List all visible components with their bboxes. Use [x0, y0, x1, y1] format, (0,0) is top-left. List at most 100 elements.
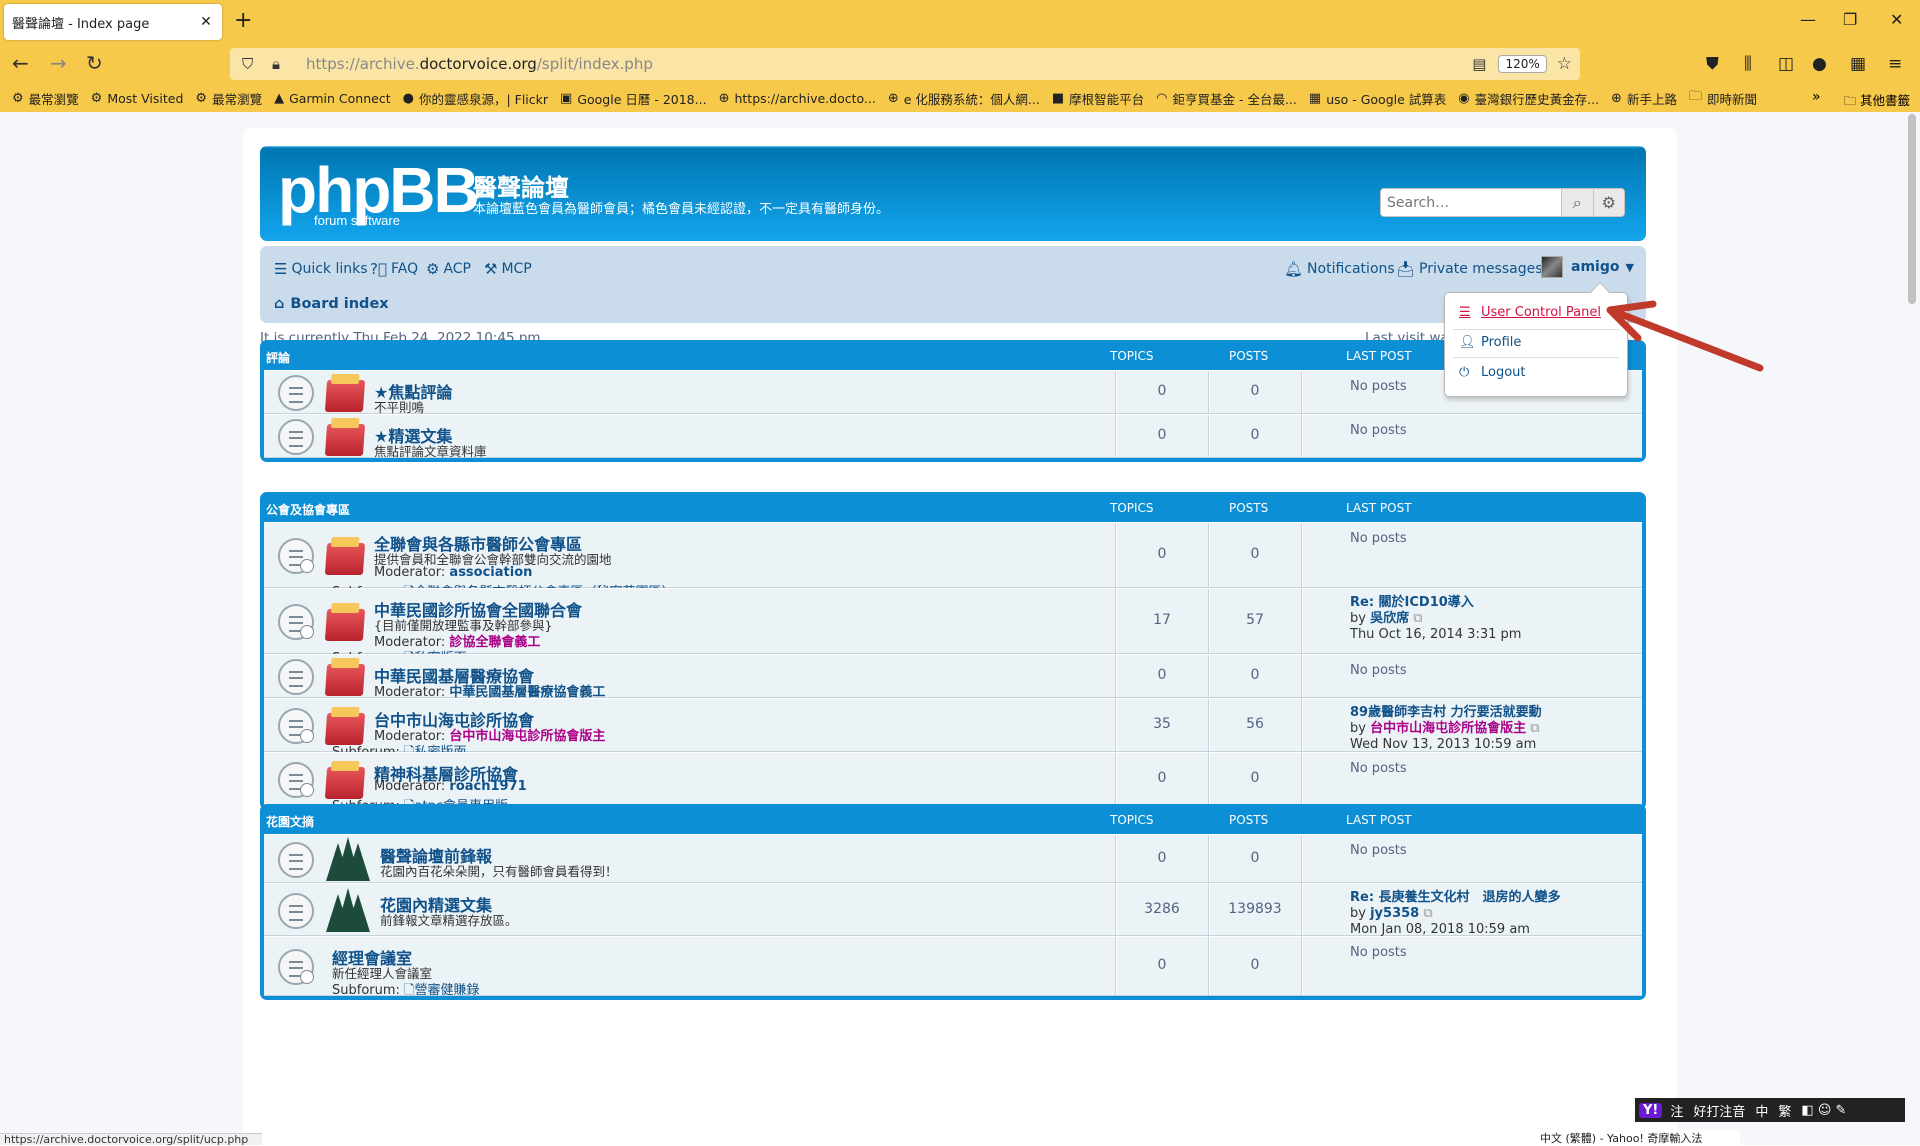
shield-icon[interactable]: ⛉	[242, 55, 260, 73]
globe-icon: ⊕	[1611, 90, 1622, 106]
moderator-link[interactable]: 台中市山海屯診所協會版主	[449, 729, 605, 744]
ime-item[interactable]: 繁	[1778, 1101, 1791, 1120]
pocket-icon[interactable]: ⛊	[1706, 54, 1719, 74]
sidebar-icon[interactable]: ◫	[1778, 54, 1794, 74]
forum-read-icon	[278, 893, 314, 929]
forum-row[interactable]: 醫聲論壇前鋒報 花園內百花朵朵開，只有醫師會員看得到！ 0 0 No posts	[264, 834, 1642, 883]
ime-settings-icon[interactable]: ◧ ☺ ✎	[1801, 1103, 1846, 1118]
zoom-level[interactable]: 120%	[1498, 55, 1547, 73]
close-tab-icon[interactable]: ✕	[198, 14, 214, 30]
last-post-author-link[interactable]: jy5358	[1370, 906, 1419, 921]
faq-link[interactable]: ?⃝ FAQ	[370, 260, 418, 278]
scrollbar-thumb[interactable]	[1908, 114, 1916, 304]
bookmark-item[interactable]: ◉ 臺灣銀行歷史黃金存...	[1458, 89, 1599, 108]
back-icon[interactable]: ←	[12, 52, 29, 74]
url-domain: doctorvoice.org	[419, 55, 537, 73]
user-control-panel-link[interactable]: ☰ User Control Panel	[1459, 305, 1601, 320]
extension-icon[interactable]: ▦	[1850, 54, 1866, 74]
last-post-title-link[interactable]: Re: 長庚養生文化村 退房的人變多	[1350, 890, 1561, 906]
forum-row[interactable]: 全聯會與各縣市醫師公會專區 提供會員和全聯會公會幹部雙向交流的園地 Moderato…	[264, 522, 1642, 600]
bookmark-item[interactable]: ⊕ e 化服務系統：個人網...	[888, 89, 1040, 108]
forum-row[interactable]: 台中市山海屯診所協會Moderator: 台中市山海屯診所協會版主Subforu…	[264, 698, 1642, 760]
bookmark-item[interactable]: ⚙ 最常瀏覽	[12, 89, 79, 108]
gear-icon: ⚙	[90, 90, 103, 106]
bookmark-item[interactable]: ▦ uso - Google 試算表	[1309, 89, 1446, 108]
forum-row[interactable]: 精神科基層診所協會Moderator: roach1971Subforum: 🗋…	[264, 752, 1642, 814]
logout-label: Logout	[1481, 365, 1526, 380]
library-icon[interactable]: ⫼	[1744, 54, 1752, 74]
view-latest-post-icon[interactable]: ⧉	[1530, 721, 1539, 736]
bookmark-item[interactable]: ■ 摩根智能平台	[1052, 89, 1144, 108]
forum-row[interactable]: ★精選文集 焦點評論文章資料庫 0 0 No posts	[264, 414, 1642, 459]
quick-links-menu[interactable]: ☰ Quick links	[274, 260, 368, 278]
search-icon[interactable]: ⌕	[1561, 189, 1593, 216]
reload-icon[interactable]: ↻	[86, 52, 103, 74]
logout-link[interactable]: ⏻ Logout	[1459, 365, 1526, 380]
bookmark-star-icon[interactable]: ☆	[1557, 54, 1572, 74]
last-post-author-link[interactable]: 吳欣席	[1370, 611, 1409, 626]
sliders-icon: ☰	[1459, 305, 1471, 320]
forum-row[interactable]: 花園內精選文集 前鋒報文章精選存放區。 3286 139893 Re: 長庚養生文化村 …	[264, 883, 1642, 937]
phpbb-logo[interactable]: phpBB forum software	[278, 158, 480, 227]
bookmark-item[interactable]: 🗀︎ 即時新聞	[1689, 87, 1757, 109]
ime-toolbar[interactable]: Y! 注 好打注音 中 繁 ◧ ☺ ✎	[1635, 1098, 1905, 1122]
mcp-link[interactable]: ⚒ MCP	[484, 260, 532, 278]
bookmark-item[interactable]: ◠ 鉅亨買基金 - 全台最...	[1156, 89, 1297, 108]
info-icon[interactable]: ●	[1812, 54, 1827, 74]
ime-item[interactable]: 中	[1755, 1101, 1768, 1120]
other-bookmarks[interactable]: 🗀︎ 其他書籤	[1843, 90, 1910, 113]
category-title[interactable]: 評論	[266, 349, 290, 366]
ime-item[interactable]: 注	[1670, 1101, 1683, 1120]
forum-row[interactable]: ★焦點評論 不平則鳴 0 0 No posts	[264, 370, 1642, 415]
advanced-search-gear-icon[interactable]: ⚙	[1592, 189, 1624, 216]
notifications-link[interactable]: 🔔︎ Notifications	[1284, 260, 1395, 278]
new-tab-icon[interactable]: +	[234, 10, 252, 32]
last-post: No posts	[1350, 423, 1407, 439]
bookmarks-overflow-icon[interactable]: »	[1812, 89, 1821, 105]
bookmark-item[interactable]: ● 你的靈感泉源，| Flickr	[403, 89, 548, 108]
subforum-label: Subforum:	[332, 983, 400, 998]
last-post-author-link[interactable]: 台中市山海屯診所協會版主	[1370, 721, 1526, 736]
close-window-icon[interactable]: ✕	[1890, 10, 1903, 29]
bookmark-label: Garmin Connect	[289, 90, 391, 106]
url-bar[interactable]: ⛉ 🔒︎ https://archive.doctorvoice.org/spl…	[230, 48, 1580, 80]
view-latest-post-icon[interactable]: ⧉	[1413, 611, 1422, 626]
category-title[interactable]: 花園文摘	[266, 813, 314, 830]
menu-icon[interactable]: ≡	[1888, 54, 1902, 74]
profile-link[interactable]: 👤︎ Profile	[1459, 335, 1521, 350]
forward-icon[interactable]: →	[50, 52, 67, 74]
moderator-link[interactable]: roach1971	[449, 779, 526, 794]
private-messages-link[interactable]: 📥︎ Private messages	[1396, 260, 1543, 278]
moderator-link[interactable]: association	[449, 565, 532, 580]
board-index-label: Board index	[290, 296, 389, 312]
ime-status: 中文 (繁體) - Yahoo! 奇摩輸入法	[1540, 1130, 1740, 1145]
acp-link[interactable]: ⚙ ACP	[426, 260, 471, 278]
bookmark-item[interactable]: ▣ Google 日曆 - 2018...	[560, 89, 707, 108]
bookmark-item[interactable]: ⊕ 新手上路	[1611, 89, 1677, 108]
ime-item[interactable]: 好打注音	[1693, 1101, 1745, 1120]
last-post-title-link[interactable]: Re: 關於ICD10導入	[1350, 595, 1521, 611]
bookmark-item[interactable]: ▲ Garmin Connect	[274, 91, 391, 106]
last-post: No posts	[1350, 663, 1407, 679]
bookmark-item[interactable]: ⊕ https://archive.docto...	[719, 91, 876, 106]
search-input[interactable]	[1381, 189, 1561, 216]
reader-view-icon[interactable]: ▤	[1472, 55, 1486, 73]
lock-icon[interactable]: 🔒︎	[272, 55, 290, 73]
forum-row[interactable]: 中華民國基層醫療協會 Moderator: 中華民國基層醫療協會義工 0 0 No po…	[264, 654, 1642, 700]
url-text[interactable]: https://archive.doctorvoice.org/split/in…	[306, 55, 1472, 73]
username-label: amigo	[1571, 259, 1620, 275]
subforum-line: Subforum: 🗋︎營審健賺錄	[332, 979, 480, 1003]
bookmark-item[interactable]: ⚙ Most Visited	[91, 91, 184, 106]
subforum-link[interactable]: 營審健賺錄	[415, 983, 480, 998]
browser-tab[interactable]: 醫聲論壇 - Index page ✕	[4, 4, 222, 40]
category-title[interactable]: 公會及協會專區	[266, 501, 350, 518]
breadcrumb[interactable]: ⌂ Board index	[274, 296, 389, 312]
forum-row[interactable]: 中華民國診所協會全國聯合會 {目前僅開放理監事及幹部參與} Moderator: 診…	[264, 588, 1642, 666]
restore-icon[interactable]: ❐	[1843, 10, 1857, 29]
bookmark-item[interactable]: ⚙ 最常瀏覽	[195, 89, 262, 108]
last-post-title-link[interactable]: 89歲醫師李吉村 力行要活就要動	[1350, 705, 1542, 721]
user-menu[interactable]: amigo ▼	[1541, 256, 1634, 278]
minimize-icon[interactable]: —	[1800, 10, 1816, 29]
forum-row[interactable]: 經理會議室 新任經理人會議室 Subforum: 🗋︎營審健賺錄 0 0 No posts	[264, 936, 1642, 998]
view-latest-post-icon[interactable]: ⧉	[1423, 906, 1432, 921]
